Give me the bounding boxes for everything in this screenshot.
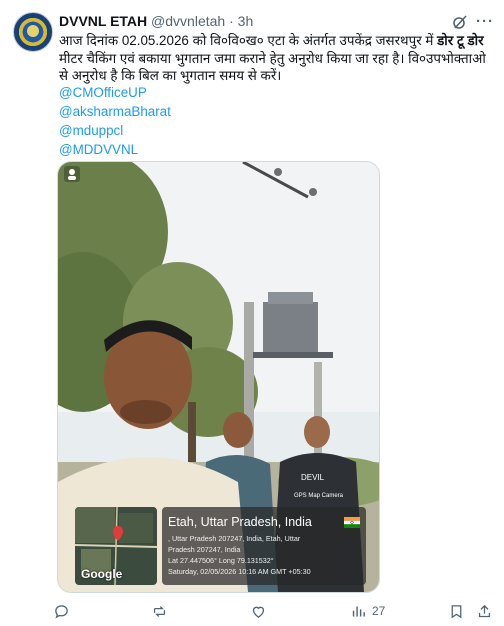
tweet-text: आज दिनांक 02.05.2026 को वि०वि०ख० एटा के … xyxy=(59,32,497,85)
tweet-text-bold: डोर टू डोर xyxy=(437,33,484,48)
mini-map: Google xyxy=(75,507,157,585)
bookmark-button[interactable] xyxy=(448,600,465,622)
person-icon[interactable] xyxy=(64,166,80,182)
address-line: Pradesh 207247, India xyxy=(168,545,241,554)
mention-link[interactable]: @CMOfficeUP xyxy=(59,83,171,102)
tshirt-text: DEVIL xyxy=(301,473,325,482)
tweet-text-part: आज दिनांक 02.05.2026 को वि०वि०ख० एटा के … xyxy=(59,33,438,48)
bookmark-icon xyxy=(451,604,462,618)
reply-icon xyxy=(55,604,68,619)
mention-link[interactable]: @mduppcl xyxy=(59,121,171,140)
repost-icon xyxy=(153,605,166,617)
author-name[interactable]: DVVNL ETAH xyxy=(59,13,147,29)
location-overlay: Etah, Uttar Pradesh, India , Uttar Prade… xyxy=(162,507,366,585)
location-title: Etah, Uttar Pradesh, India xyxy=(168,515,312,529)
share-icon xyxy=(478,604,491,617)
views-button[interactable]: 27 xyxy=(350,600,385,622)
mention-link[interactable]: @aksharmaBharat xyxy=(59,102,171,121)
avatar[interactable] xyxy=(13,12,53,52)
coordinates: Lat 27.447506° Long 79.131532° xyxy=(168,556,274,565)
share-button[interactable] xyxy=(476,600,493,622)
action-bar: 27 xyxy=(53,600,493,622)
views-icon xyxy=(352,606,365,616)
tweet-text-part: मीटर चैकिंग एवं बकाया भुगतान जमा कराने ह… xyxy=(59,50,486,84)
address-line: , Uttar Pradesh 207247, India, Etah, Utt… xyxy=(168,534,301,543)
separator: · xyxy=(229,13,234,29)
tweet-photo[interactable]: DEVIL Google GPS Map Camera Etah, Uttar … xyxy=(57,161,380,593)
views-count: 27 xyxy=(372,604,386,618)
gps-camera-label: GPS Map Camera xyxy=(294,493,344,499)
reply-button[interactable] xyxy=(53,600,70,622)
like-icon xyxy=(252,606,265,618)
india-flag-icon xyxy=(344,517,360,528)
mentions-list: @CMOfficeUP @aksharmaBharat @mduppcl @MD… xyxy=(59,83,171,159)
author-handle[interactable]: @dvvnletah xyxy=(151,13,225,29)
capture-datetime: Saturday, 02/05/2026 10:16 AM GMT +05:30 xyxy=(168,567,311,576)
tweet-card[interactable]: DVVNL ETAH @dvvnletah · 3h ··· आज दिनांक… xyxy=(0,0,504,626)
grok-icon[interactable] xyxy=(452,14,468,30)
tweet-header: DVVNL ETAH @dvvnletah · 3h xyxy=(59,13,464,31)
google-logo: Google xyxy=(81,567,123,581)
repost-button[interactable] xyxy=(151,600,168,622)
like-button[interactable] xyxy=(250,600,267,622)
timestamp[interactable]: 3h xyxy=(238,13,254,29)
mention-link[interactable]: @MDDVVNL xyxy=(59,140,171,159)
more-options-icon[interactable]: ··· xyxy=(474,13,496,31)
